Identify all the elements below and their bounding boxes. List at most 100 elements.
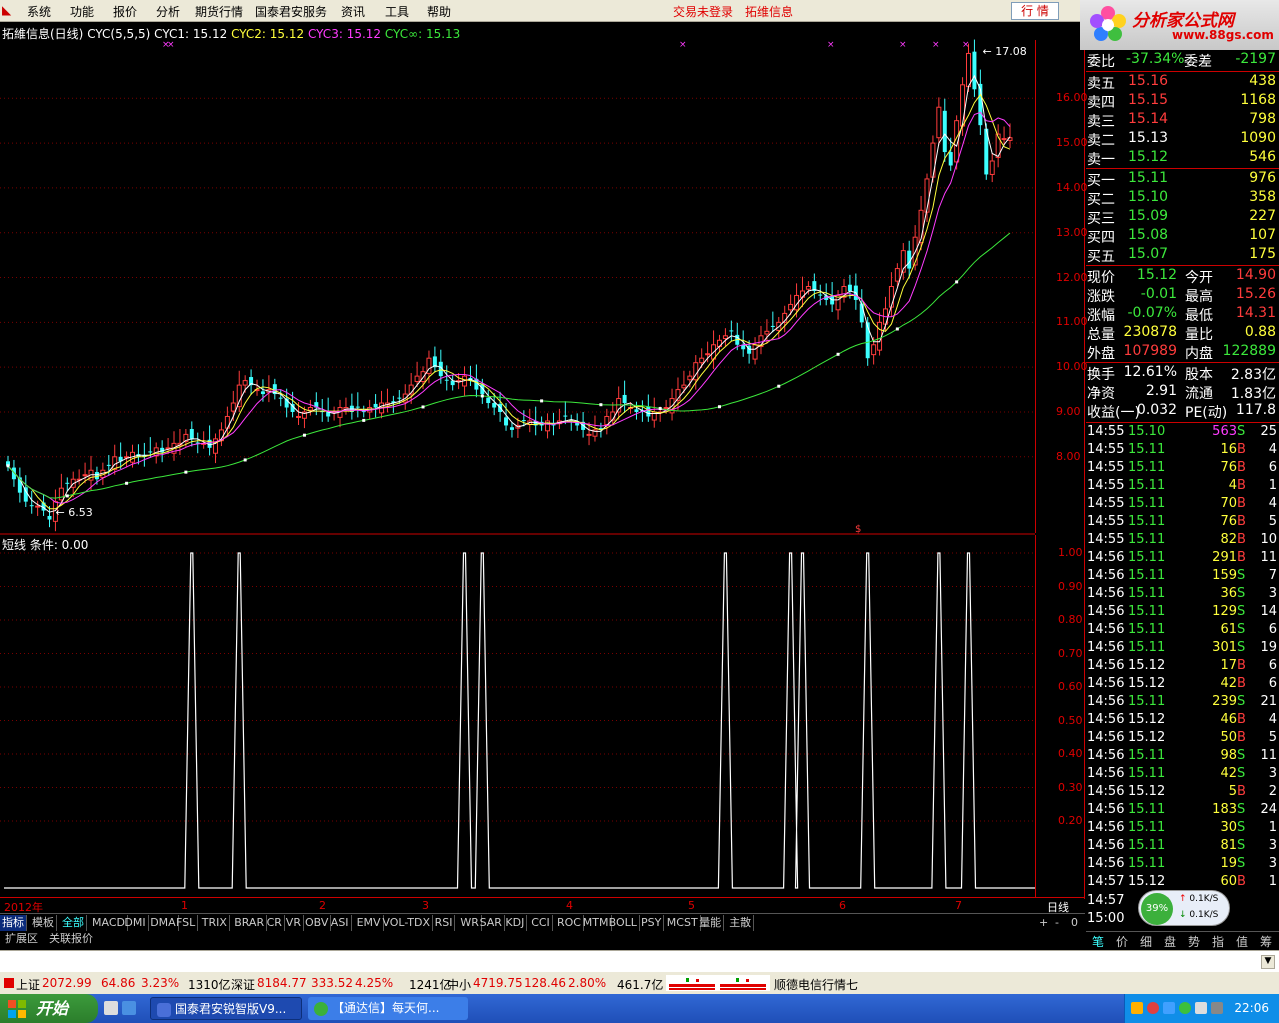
tab-control-2[interactable]: 0 xyxy=(1069,915,1080,931)
tick-volume: 563 xyxy=(1212,424,1237,439)
tick-time: 14:56 xyxy=(1087,748,1125,763)
tick-time: 14:56 xyxy=(1087,640,1125,655)
tab-全部[interactable]: 全部 xyxy=(60,915,87,931)
tick-count: 25 xyxy=(1260,424,1277,439)
tab-control-1[interactable]: - xyxy=(1053,915,1061,931)
tab-asi[interactable]: ASI xyxy=(329,915,352,931)
sh-value: 2072.99 xyxy=(42,976,92,990)
tab-vr[interactable]: VR xyxy=(284,915,304,931)
menu-service[interactable]: 国泰君安服务 xyxy=(255,3,327,20)
tab-extension[interactable]: 扩展区 xyxy=(2,931,41,947)
tab-模板[interactable]: 模板 xyxy=(30,915,57,931)
menu-tools[interactable]: 工具 xyxy=(385,3,409,20)
menu-help[interactable]: 帮助 xyxy=(427,3,451,20)
tick-time: 14:56 xyxy=(1087,676,1125,691)
tray-network-icon[interactable] xyxy=(1163,1002,1175,1014)
zx-label[interactable]: 中小 xyxy=(447,976,471,993)
tab-指标[interactable]: 指标 xyxy=(0,915,27,931)
rp-tab[interactable]: 价 xyxy=(1116,933,1128,950)
tab-related-quote[interactable]: 关联报价 xyxy=(46,931,96,947)
quote-button[interactable]: 行 情 xyxy=(1011,2,1059,20)
tray-security-icon[interactable] xyxy=(1131,1002,1143,1014)
sell-level-label: 卖三 xyxy=(1087,114,1115,130)
tab-roc[interactable]: ROC xyxy=(555,915,584,931)
rp-tab[interactable]: 笔 xyxy=(1092,933,1104,950)
rp-tab[interactable]: 值 xyxy=(1236,933,1248,950)
tick-time: 14:56 xyxy=(1087,802,1125,817)
zx-change: 128.46 xyxy=(524,976,566,990)
tick-price: 15.11 xyxy=(1128,820,1166,835)
stat2-row: 换手 12.61% 股本 2.83亿 xyxy=(1086,364,1279,383)
start-button[interactable]: 开始 xyxy=(0,994,98,1023)
tick-side: S xyxy=(1237,802,1246,817)
tray-qq-icon[interactable] xyxy=(1179,1002,1191,1014)
quicklaunch-desktop-icon[interactable] xyxy=(104,1001,118,1015)
tick-price: 15.11 xyxy=(1128,694,1166,709)
tab-obv[interactable]: OBV xyxy=(303,915,332,931)
tick-time-close: 15:00 xyxy=(1087,911,1125,926)
tab-dmi[interactable]: DMI xyxy=(122,915,149,931)
cyc3-value: CYC3: 15.12 xyxy=(307,27,382,41)
scroll-down-icon[interactable]: ▼ xyxy=(1261,955,1275,969)
stat-label: 股本 xyxy=(1185,367,1213,383)
stat-value: 15.12 xyxy=(1136,267,1177,283)
sh-label[interactable]: 上证 xyxy=(16,976,40,993)
stat-label: PE(动) xyxy=(1185,405,1228,421)
app-icon[interactable]: ◣ xyxy=(2,3,11,17)
input-bar[interactable]: ▼ xyxy=(0,950,1279,972)
rp-tab[interactable]: 筹 xyxy=(1260,933,1272,950)
cycinf-value: CYC∞: 15.13 xyxy=(384,27,461,41)
rp-tab[interactable]: 细 xyxy=(1140,933,1152,950)
clock[interactable]: 22:06 xyxy=(1234,1001,1269,1015)
tab-boll[interactable]: BOLL xyxy=(607,915,640,931)
task-tongdaxin[interactable]: 【通达信】每天何... xyxy=(308,997,468,1020)
price-tick-label: 13.00 xyxy=(1056,225,1088,239)
tick-side: B xyxy=(1237,442,1246,457)
tab-sar[interactable]: SAR xyxy=(478,915,505,931)
tab-主散[interactable]: 主散 xyxy=(727,915,755,931)
tab-cr[interactable]: CR xyxy=(265,915,285,931)
quicklaunch-browser-icon[interactable] xyxy=(122,1001,136,1015)
rp-tab[interactable]: 指 xyxy=(1212,933,1224,950)
tab-vol-tdx[interactable]: VOL-TDX xyxy=(380,915,433,931)
sz-label[interactable]: 深证 xyxy=(231,976,255,993)
tick-count: 1 xyxy=(1268,478,1277,493)
task-guotai[interactable]: 国泰君安锐智版V9... xyxy=(150,997,302,1020)
login-status[interactable]: 交易未登录 xyxy=(673,3,733,20)
tab-psy[interactable]: PSY xyxy=(639,915,665,931)
tick-row: 14:55 15.11 76 B 6 xyxy=(1086,460,1279,478)
menu-function[interactable]: 功能 xyxy=(70,3,94,20)
tray-update-icon[interactable] xyxy=(1147,1002,1159,1014)
news-ticker[interactable]: 顺德电信行情七 xyxy=(774,976,858,993)
tab-control-0[interactable]: + xyxy=(1037,915,1050,931)
tab-trix[interactable]: TRIX xyxy=(200,915,230,931)
tab-brar[interactable]: BRAR xyxy=(232,915,268,931)
tick-side: S xyxy=(1237,766,1246,781)
tray-volume-icon[interactable] xyxy=(1195,1002,1207,1014)
candle-body xyxy=(805,286,811,290)
tab-mcst[interactable]: MCST xyxy=(665,915,701,931)
menu-futures[interactable]: 期货行情 xyxy=(195,3,243,20)
candle-body xyxy=(1001,138,1007,141)
tab-量能[interactable]: 量能 xyxy=(697,915,725,931)
tick-volume: 46 xyxy=(1220,712,1237,727)
rp-tab[interactable]: 势 xyxy=(1188,933,1200,950)
menu-news[interactable]: 资讯 xyxy=(341,3,365,20)
menu-analysis[interactable]: 分析 xyxy=(156,3,180,20)
tab-rsi[interactable]: RSI xyxy=(433,915,456,931)
kline-chart[interactable]: ← 17.08← 6.53×× × × × × ×$ xyxy=(0,22,1035,899)
tab-emv[interactable]: EMV xyxy=(355,915,384,931)
tick-volume: 5 xyxy=(1228,784,1237,799)
tray-input-icon[interactable] xyxy=(1211,1002,1223,1014)
tab-kdj[interactable]: KDJ xyxy=(503,915,528,931)
tick-time: 14:55 xyxy=(1087,442,1125,457)
menu-system[interactable]: 系统 xyxy=(27,3,51,20)
ind-tick-label: 0.70 xyxy=(1058,646,1083,660)
tick-row: 14:55 15.11 82 B 10 xyxy=(1086,532,1279,550)
divider xyxy=(1086,265,1279,266)
rp-tab[interactable]: 盘 xyxy=(1164,933,1176,950)
tab-fsl[interactable]: FSL xyxy=(174,915,199,931)
menu-quote[interactable]: 报价 xyxy=(113,3,137,20)
tab-cci[interactable]: CCI xyxy=(529,915,553,931)
ind-tick-label: 0.20 xyxy=(1058,814,1083,827)
